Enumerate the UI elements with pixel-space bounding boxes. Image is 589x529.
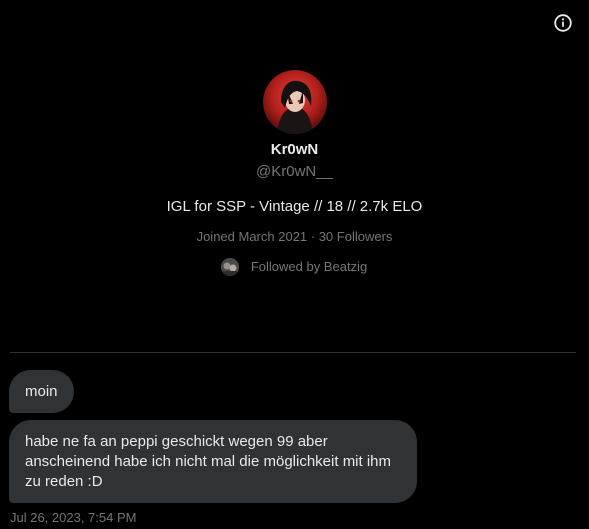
profile-avatar[interactable]: [262, 70, 327, 134]
divider: [10, 352, 576, 353]
message-text: moin: [25, 382, 58, 400]
message-bubble[interactable]: habe ne fa an peppi geschickt wegen 99 a…: [9, 420, 417, 503]
message-timestamp: Jul 26, 2023, 7:54 PM: [10, 510, 137, 525]
followed-by-label: Followed by Beatzig: [250, 259, 368, 274]
profile-bio: IGL for SSP - Vintage // 18 // 2.7k ELO: [166, 198, 423, 215]
message-bubble[interactable]: moin: [9, 370, 74, 413]
display-name[interactable]: Kr0wN: [0, 141, 589, 159]
profile-header: Kr0wN @Kr0wN__ IGL for SSP - Vintage // …: [0, 70, 589, 276]
followed-by[interactable]: Followed by Beatzig: [0, 258, 589, 276]
message-text: habe ne fa an peppi geschickt wegen 99 a…: [25, 433, 392, 490]
user-handle: @Kr0wN__: [256, 163, 333, 180]
joined-followers-info: Joined March 2021 · 30 Followers: [196, 229, 393, 244]
follower-avatar: [220, 258, 239, 276]
info-icon[interactable]: [553, 13, 573, 33]
